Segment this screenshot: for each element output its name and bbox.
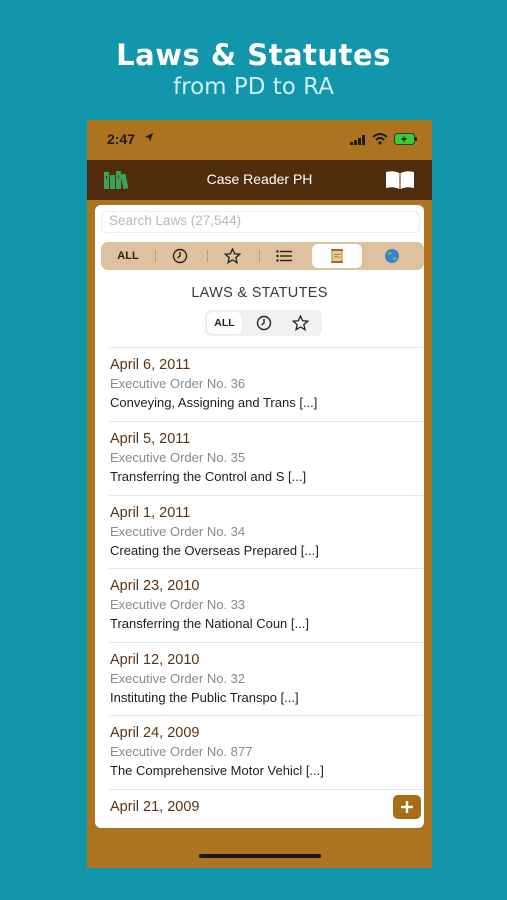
tab-laws[interactable] [312, 244, 362, 268]
list-icon [276, 250, 292, 262]
item-description: Creating the Overseas Prepared [...] [110, 543, 319, 558]
item-date: April 5, 2011 [110, 431, 191, 447]
list-item[interactable]: April 21, 2009 [109, 789, 424, 828]
tab-favorites[interactable] [207, 244, 257, 268]
list-item[interactable]: April 12, 2010 Executive Order No. 32 In… [109, 642, 424, 716]
add-button[interactable] [393, 795, 421, 819]
subtab-favorites[interactable] [283, 312, 318, 334]
item-date: April 12, 2010 [110, 652, 200, 668]
plus-icon [401, 801, 413, 813]
battery-charging-icon [394, 133, 417, 145]
content-card: Search Laws (27,544) ALL LAWS & STATUTES… [95, 205, 424, 828]
bottom-bar [87, 838, 432, 868]
phone-frame: 2:47 Case Reader PH Search Laws (27,544)… [87, 120, 432, 868]
item-date: April 1, 2011 [110, 505, 191, 521]
item-date: April 23, 2010 [110, 578, 200, 594]
item-description: Transferring the National Coun [...] [110, 616, 309, 631]
item-description: Instituting the Public Transpo [...] [110, 690, 299, 705]
list-item[interactable]: April 6, 2011 Executive Order No. 36 Con… [109, 347, 424, 421]
app-title: Case Reader PH [206, 171, 313, 187]
globe-icon [385, 249, 399, 263]
home-indicator[interactable] [199, 854, 321, 858]
item-description: The Comprehensive Motor Vehicl [...] [110, 763, 324, 778]
list-item[interactable]: April 5, 2011 Executive Order No. 35 Tra… [109, 421, 424, 495]
status-time: 2:47 [107, 131, 136, 147]
open-book-icon[interactable] [384, 169, 416, 191]
promo-subline: from PD to RA [173, 74, 334, 100]
tab-list[interactable] [259, 244, 309, 268]
item-number: Executive Order No. 36 [110, 376, 246, 391]
item-description: Conveying, Assigning and Trans [...] [110, 395, 318, 410]
item-number: Executive Order No. 35 [110, 450, 246, 465]
search-input[interactable]: Search Laws (27,544) [101, 211, 420, 233]
tab-recent[interactable] [155, 244, 205, 268]
list-item[interactable]: April 24, 2009 Executive Order No. 877 T… [109, 715, 424, 789]
item-description: Transferring the Control and S [...] [110, 469, 307, 484]
item-number: Executive Order No. 32 [110, 671, 246, 686]
nav-bar: Case Reader PH [87, 160, 432, 200]
star-icon [223, 248, 241, 264]
location-arrow-icon [145, 133, 153, 142]
item-date: April 24, 2009 [110, 725, 200, 741]
subtab-all[interactable]: ALL [207, 312, 242, 334]
item-number: Executive Order No. 877 [110, 744, 253, 759]
list-item[interactable]: April 1, 2011 Executive Order No. 34 Cre… [109, 495, 424, 569]
status-bar: 2:47 [87, 120, 432, 160]
item-date: April 6, 2011 [110, 357, 191, 373]
wifi-icon [372, 133, 388, 145]
subtab-recent[interactable] [246, 312, 281, 334]
tab-international[interactable] [367, 244, 417, 268]
item-number: Executive Order No. 34 [110, 524, 246, 539]
list-item[interactable]: April 23, 2010 Executive Order No. 33 Tr… [109, 568, 424, 642]
tab-all[interactable]: ALL [103, 244, 153, 268]
clock-icon [256, 315, 271, 331]
subtab-all-label: ALL [214, 317, 235, 329]
item-date: April 21, 2009 [110, 799, 200, 815]
sub-filter-tabs: ALL [205, 310, 322, 336]
item-number: Executive Order No. 33 [110, 597, 246, 612]
scroll-icon [331, 249, 343, 263]
clock-icon [172, 248, 188, 264]
signal-icon [350, 135, 365, 145]
filter-tab-bar: ALL [101, 242, 424, 270]
section-title: LAWS & STATUTES [191, 285, 328, 301]
tab-all-label: ALL [117, 250, 139, 262]
star-icon [292, 315, 309, 331]
promo-headline: Laws & Statutes [116, 38, 391, 72]
